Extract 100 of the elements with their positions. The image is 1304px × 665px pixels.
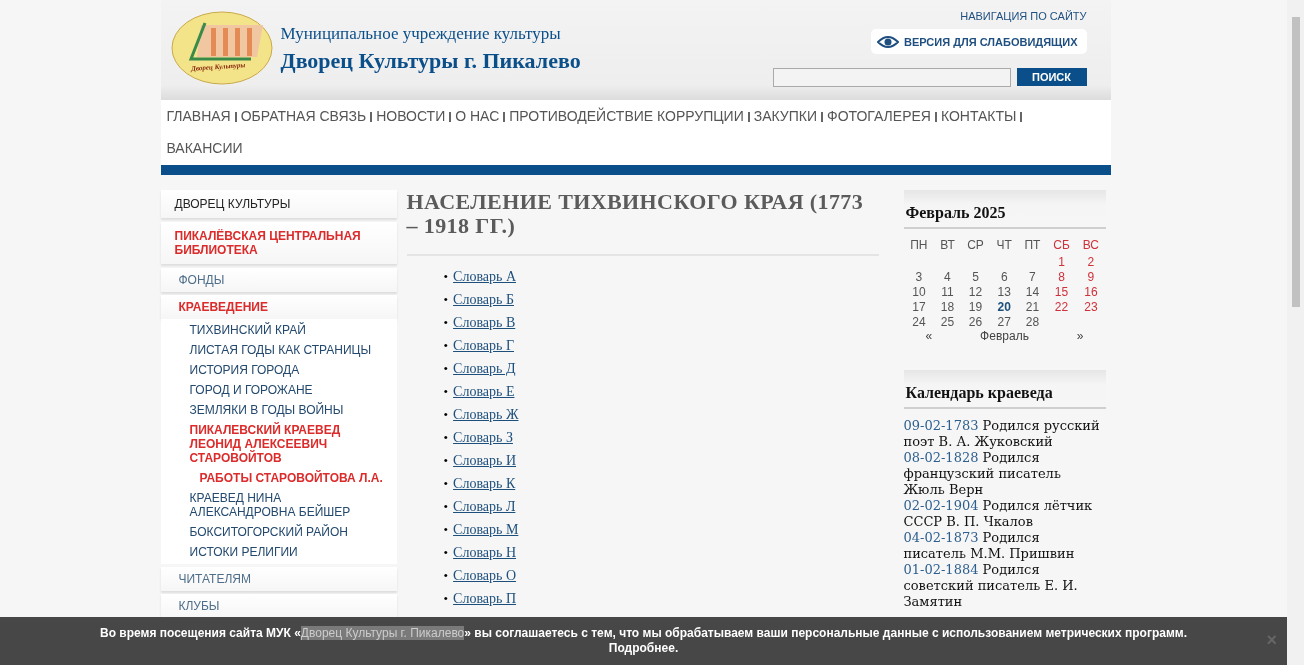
dictionary-link[interactable]: Словарь А bbox=[453, 269, 517, 292]
calendar-day[interactable]: 1 bbox=[1046, 254, 1077, 269]
previous-month-link[interactable]: « bbox=[925, 329, 933, 343]
calendar-day[interactable]: 22 bbox=[1046, 299, 1077, 314]
menu-item[interactable]: НОВОСТИ bbox=[376, 105, 446, 127]
site-navigation-link[interactable]: НАВИГАЦИЯ ПО САЙТУ bbox=[960, 10, 1087, 22]
calendar-day[interactable]: 27 bbox=[990, 314, 1019, 329]
bullet: • bbox=[443, 522, 449, 539]
sidebar-item[interactable]: ФОНДЫ bbox=[160, 268, 397, 292]
event-date-link[interactable]: 01-02-1884 bbox=[903, 562, 979, 577]
sidebar-item[interactable]: ДВОРЕЦ КУЛЬТУРЫ bbox=[160, 190, 397, 218]
sidebar-item[interactable]: КРАЕВЕДЕНИЕ bbox=[160, 295, 397, 319]
month-link[interactable]: Февраль bbox=[980, 329, 1029, 343]
dictionary-link[interactable]: Словарь К bbox=[453, 476, 516, 499]
menu-item[interactable]: ПРОТИВОДЕЙСТВИЕ КОРРУПЦИИ bbox=[509, 105, 744, 127]
event-date-link[interactable]: 08-02-1828 bbox=[903, 450, 979, 465]
sidebar-item[interactable]: КЛУБЫ bbox=[160, 594, 397, 618]
dictionary-link[interactable]: Словарь Н bbox=[453, 545, 517, 568]
dictionary-link[interactable]: Словарь З bbox=[453, 430, 513, 453]
calendar-day[interactable]: 5 bbox=[960, 269, 991, 284]
menu-item[interactable]: КОНТАКТЫ bbox=[940, 105, 1017, 127]
more-link[interactable]: Подробнее bbox=[608, 641, 675, 655]
menu-item[interactable]: ФОТОГАЛЕРЕЯ bbox=[827, 105, 931, 127]
menu-item[interactable]: ОБРАТНАЯ СВЯЗЬ bbox=[240, 105, 367, 127]
weekday-label: СБ bbox=[1052, 237, 1071, 254]
dictionary-link[interactable]: Словарь П bbox=[453, 591, 517, 614]
dictionary-link[interactable]: Словарь Д bbox=[453, 361, 516, 384]
calendar-day[interactable]: 9 bbox=[1076, 269, 1106, 284]
sidebar-item[interactable]: ГОРОД И ГОРОЖАНЕ bbox=[160, 380, 397, 400]
calendar-day[interactable]: 24 bbox=[903, 314, 935, 329]
sidebar-item[interactable]: ЧИТАТЕЛЯМ bbox=[160, 567, 397, 591]
sidebar-item[interactable]: ПИКАЛЕВСКИЙ КРАЕВЕД ЛЕОНИД АЛЕКСЕЕВИЧ СТАРОВОЙТОВ bbox=[160, 420, 397, 468]
menu-item[interactable]: ГЛАВНАЯ bbox=[166, 105, 231, 127]
calendar-day[interactable]: 25 bbox=[934, 314, 961, 329]
weekday-label: ВС bbox=[1081, 237, 1101, 254]
event-date-link[interactable]: 09-02-1783 bbox=[903, 418, 979, 433]
dictionary-link[interactable]: Словарь О bbox=[453, 568, 517, 591]
calendar-day[interactable]: 10 bbox=[903, 284, 935, 299]
menu-item[interactable]: О НАС bbox=[455, 105, 500, 127]
sidebar-item[interactable]: ТИХВИНСКИЙ КРАЙ bbox=[160, 320, 397, 340]
calendar-day[interactable]: 26 bbox=[960, 314, 991, 329]
cookie-notice-text: Во время посещения сайта МУК «Дворец Культуры г. Пикалево» вы соглашаетесь с тем, что мы обрабатываем ваши персональные данные с использованием метрических программ. bbox=[100, 626, 1187, 641]
history-event: 02-02-1904 Родился лётчик СССР В. П. Чкалов bbox=[903, 498, 1094, 530]
menu-item[interactable]: ВАКАНСИИ bbox=[166, 137, 243, 159]
dictionary-link[interactable]: Словарь Б bbox=[453, 292, 514, 315]
search-field[interactable] bbox=[772, 68, 1011, 87]
dictionary-link[interactable]: Словарь И bbox=[453, 453, 517, 476]
history-event: 01-02-1884 Родился советский писатель Е. И. Замятин bbox=[903, 562, 1079, 610]
accessibility-button[interactable]: ВЕРСИЯ ДЛЯ СЛАБОВИДЯЩИХ bbox=[871, 29, 1087, 54]
bullet: • bbox=[443, 453, 449, 470]
calendar-day[interactable]: 18 bbox=[934, 299, 961, 314]
dictionary-link[interactable]: Словарь Е bbox=[453, 384, 515, 407]
calendar-day[interactable]: 3 bbox=[903, 269, 935, 284]
bullet: • bbox=[443, 361, 449, 378]
bullet: • bbox=[443, 568, 449, 585]
event-date-link[interactable]: 02-02-1904 bbox=[903, 498, 979, 513]
weekday-label: СР bbox=[966, 237, 985, 254]
sidebar-item[interactable]: БОКСИТОГОРСКИЙ РАЙОН bbox=[160, 522, 397, 542]
calendar-day[interactable]: 12 bbox=[960, 284, 991, 299]
dictionary-link[interactable]: Словарь Ж bbox=[453, 407, 519, 430]
sidebar-item[interactable]: ПИКАЛЁВСКАЯ ЦЕНТРАЛЬНАЯ БИБЛИОТЕКА bbox=[160, 222, 397, 264]
bullet: • bbox=[443, 292, 449, 309]
calendar-day[interactable]: 8 bbox=[1046, 269, 1077, 284]
menu-item[interactable]: ЗАКУПКИ bbox=[753, 105, 817, 127]
calendar-day[interactable]: 19 bbox=[960, 299, 991, 314]
bullet: • bbox=[443, 384, 449, 401]
history-event: 09-02-1783 Родился русский поэт В. А. Жуковский bbox=[903, 418, 1101, 450]
calendar-day[interactable]: 21 bbox=[1018, 299, 1047, 314]
next-month-link[interactable]: » bbox=[1076, 329, 1084, 343]
calendar-day[interactable]: 15 bbox=[1046, 284, 1077, 299]
search-button[interactable]: ПОИСК bbox=[1016, 68, 1087, 86]
sidebar-item[interactable]: КРАЕВЕД НИНА АЛЕКСАНДРОВНА БЕЙШЕР bbox=[160, 488, 397, 522]
dictionary-link[interactable]: Словарь Л bbox=[453, 499, 516, 522]
calendar-day[interactable]: 14 bbox=[1018, 284, 1047, 299]
sidebar-item[interactable]: ИСТОКИ РЕЛИГИИ bbox=[160, 542, 397, 562]
weekday-label: ПТ bbox=[1023, 237, 1042, 254]
sidebar-item[interactable]: ИСТОРИЯ ГОРОДА bbox=[160, 360, 397, 380]
dictionary-link[interactable]: Словарь Г bbox=[453, 338, 514, 361]
bullet: • bbox=[443, 338, 449, 355]
site-title: Дворец Культуры г. Пикалево bbox=[280, 48, 581, 74]
calendar-day[interactable]: 11 bbox=[934, 284, 961, 299]
calendar-day[interactable]: 7 bbox=[1018, 269, 1047, 284]
calendar-day[interactable]: 20 bbox=[990, 299, 1019, 314]
weekday-label: ПН bbox=[909, 237, 929, 254]
scrollbar[interactable] bbox=[1287, 0, 1304, 665]
calendar-day[interactable]: 17 bbox=[903, 299, 935, 314]
sidebar-item[interactable]: ЛИСТАЯ ГОДЫ КАК СТРАНИЦЫ bbox=[160, 340, 397, 360]
calendar-day[interactable]: 2 bbox=[1076, 254, 1106, 269]
calendar-day[interactable]: 28 bbox=[1018, 314, 1047, 329]
calendar-day[interactable]: 6 bbox=[990, 269, 1019, 284]
calendar-day[interactable]: 13 bbox=[990, 284, 1019, 299]
bullet: • bbox=[443, 591, 449, 608]
event-date-link[interactable]: 04-02-1873 bbox=[903, 530, 979, 545]
sidebar-item[interactable]: РАБОТЫ СТАРОВОЙТОВА Л.А. bbox=[160, 468, 397, 488]
dictionary-link[interactable]: Словарь В bbox=[453, 315, 516, 338]
dictionary-link[interactable]: Словарь М bbox=[453, 522, 519, 545]
calendar-day[interactable]: 16 bbox=[1076, 284, 1106, 299]
calendar-day[interactable]: 23 bbox=[1076, 299, 1106, 314]
calendar-day[interactable]: 4 bbox=[934, 269, 961, 284]
sidebar-item[interactable]: ЗЕМЛЯКИ В ГОДЫ ВОЙНЫ bbox=[160, 400, 397, 420]
